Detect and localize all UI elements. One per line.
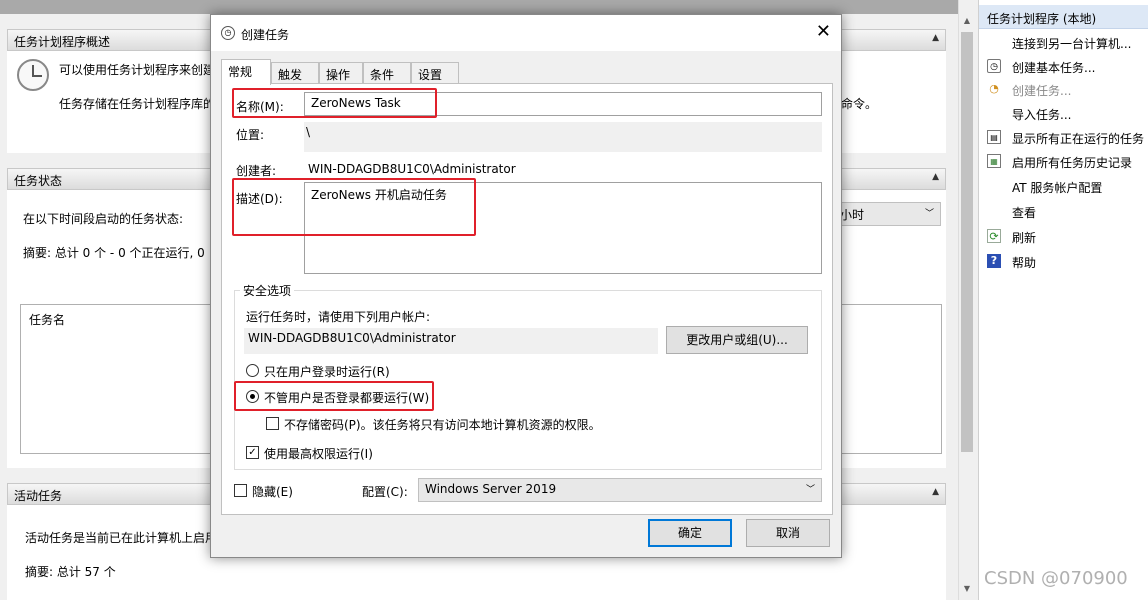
collapse-up-icon[interactable]: ▲ <box>932 487 939 497</box>
author-value: WIN-DDAGDB8U1C0\Administrator <box>308 162 516 176</box>
location-field: \ <box>304 122 822 152</box>
column-task-name[interactable]: 任务名 <box>29 311 65 328</box>
security-options-title: 安全选项 <box>240 282 295 299</box>
action-refresh[interactable]: ⟳ 刷新 <box>985 227 1145 247</box>
actions-pane: 任务计划程序 (本地) 连接到另一台计算机... ◷ 创建基本任务... ◔ 创… <box>978 0 1148 600</box>
checkbox-hidden[interactable] <box>234 484 247 497</box>
help-icon: ? <box>987 254 1001 268</box>
status-period-select[interactable]: 小时 ﹀ <box>833 202 941 226</box>
configure-label: 配置(C): <box>362 485 408 499</box>
change-user-button[interactable]: 更改用户或组(U)... <box>666 326 808 354</box>
actions-header-label: 任务计划程序 (本地) <box>987 12 1097 26</box>
active-desc: 活动任务是当前已在此计算机上启用 <box>25 531 218 545</box>
location-value: \ <box>306 125 311 139</box>
status-period-label: 在以下时间段启动的任务状态: <box>23 212 184 226</box>
action-help[interactable]: ? 帮助 <box>985 252 1145 272</box>
title-strip <box>0 0 958 14</box>
history-icon: ▦ <box>987 154 1001 168</box>
dialog-titlebar[interactable]: ◷ 创建任务 ✕ <box>211 15 841 51</box>
configure-value: Windows Server 2019 <box>425 482 557 496</box>
highlight-box-run-whether <box>234 381 434 411</box>
highlight-box-name <box>232 88 437 118</box>
configure-select[interactable]: Windows Server 2019 ﹀ <box>418 478 822 502</box>
dialog-title: 创建任务 <box>241 28 290 42</box>
hidden-label[interactable]: 隐藏(E) <box>252 483 293 500</box>
active-summary: 摘要: 总计 57 个 <box>25 565 116 579</box>
tab-actions[interactable]: 操作 <box>319 62 363 84</box>
close-icon[interactable]: ✕ <box>816 21 831 42</box>
watermark: CSDN @070900 <box>984 568 1128 589</box>
overview-line-1: 可以使用任务计划程序来创建 <box>59 63 216 77</box>
action-view[interactable]: 查看 <box>985 202 1145 222</box>
action-label: 显示所有正在运行的任务 <box>1012 132 1145 146</box>
location-label: 位置: <box>236 128 265 142</box>
highlight-box-description <box>232 178 476 236</box>
action-label: 启用所有任务历史记录 <box>1012 156 1133 170</box>
action-label: 帮助 <box>1012 256 1037 270</box>
action-show-running[interactable]: ▤ 显示所有正在运行的任务 <box>985 128 1145 148</box>
running-tasks-icon: ▤ <box>987 130 1001 144</box>
action-create-task[interactable]: ◔ 创建任务... <box>985 80 1145 100</box>
radio-run-only-logged-on[interactable] <box>246 364 259 377</box>
action-label: 导入任务... <box>1012 108 1072 122</box>
action-create-basic-task[interactable]: ◷ 创建基本任务... <box>985 57 1145 77</box>
user-account-field: WIN-DDAGDB8U1C0\Administrator <box>244 328 658 354</box>
status-summary: 摘要: 总计 0 个 - 0 个正在运行, 0 <box>23 246 205 260</box>
action-label: 刷新 <box>1012 231 1037 245</box>
checkbox-highest-privileges[interactable]: ✓ <box>246 446 259 459</box>
overview-header-label: 任务计划程序概述 <box>14 35 111 49</box>
no-store-password-label[interactable]: 不存储密码(P)。该任务将只有访问本地计算机资源的权限。 <box>284 416 601 433</box>
action-label: 创建基本任务... <box>1012 61 1096 75</box>
overview-line-2-tail: 命令。 <box>841 97 878 111</box>
action-at-service[interactable]: AT 服务帐户配置 <box>985 177 1145 197</box>
status-header-label: 任务状态 <box>14 174 63 188</box>
status-period-value: 小时 <box>840 208 865 222</box>
run-as-label: 运行任务时，请使用下列用户帐户: <box>246 310 431 324</box>
actions-header[interactable]: 任务计划程序 (本地) <box>979 5 1148 29</box>
collapse-up-icon[interactable]: ▲ <box>932 172 939 182</box>
chevron-down-icon: ﹀ <box>805 485 815 495</box>
user-account-value: WIN-DDAGDB8U1C0\Administrator <box>248 331 456 345</box>
tab-general[interactable]: 常规 <box>221 59 271 85</box>
scroll-thumb[interactable] <box>961 32 973 452</box>
action-label: 创建任务... <box>1012 84 1072 98</box>
collapse-up-icon[interactable]: ▲ <box>932 33 939 43</box>
overview-line-2: 任务存储在任务计划程序库的 <box>59 97 216 111</box>
action-import-task[interactable]: 导入任务... <box>985 104 1145 124</box>
action-label: 连接到另一台计算机... <box>1012 37 1132 51</box>
cancel-button[interactable]: 取消 <box>746 519 830 547</box>
chevron-down-icon: ﹀ <box>924 209 934 219</box>
vertical-scrollbar[interactable]: ▲ ▼ <box>958 0 974 600</box>
create-basic-task-icon: ◷ <box>987 59 1001 73</box>
create-task-icon: ◔ <box>989 82 999 95</box>
active-header-label: 活动任务 <box>14 489 63 503</box>
action-label: AT 服务帐户配置 <box>1012 181 1103 195</box>
tab-conditions[interactable]: 条件 <box>363 62 411 84</box>
ok-button[interactable]: 确定 <box>648 519 732 547</box>
clock-icon <box>17 59 49 91</box>
radio-run-only-logged-on-label[interactable]: 只在用户登录时运行(R) <box>264 363 390 380</box>
create-task-dialog: ◷ 创建任务 ✕ 常规 触发器 操作 条件 设置 名称(M): ZeroNews… <box>210 14 842 558</box>
scroll-up-icon[interactable]: ▲ <box>959 16 975 30</box>
general-tab-panel: 名称(M): ZeroNews Task 位置: \ 创建者: WIN-DDAG… <box>221 83 833 515</box>
tab-triggers[interactable]: 触发器 <box>271 62 319 99</box>
action-connect-computer[interactable]: 连接到另一台计算机... <box>985 33 1145 53</box>
action-label: 查看 <box>1012 206 1037 220</box>
highest-privileges-label[interactable]: 使用最高权限运行(I) <box>264 445 373 462</box>
refresh-icon: ⟳ <box>987 229 1001 243</box>
clock-icon: ◷ <box>221 26 235 40</box>
checkbox-no-store-password[interactable] <box>266 417 279 430</box>
action-enable-history[interactable]: ▦ 启用所有任务历史记录 <box>985 152 1145 172</box>
author-label: 创建者: <box>236 164 277 178</box>
tab-settings[interactable]: 设置 <box>411 62 459 84</box>
scroll-down-icon[interactable]: ▼ <box>959 584 975 598</box>
